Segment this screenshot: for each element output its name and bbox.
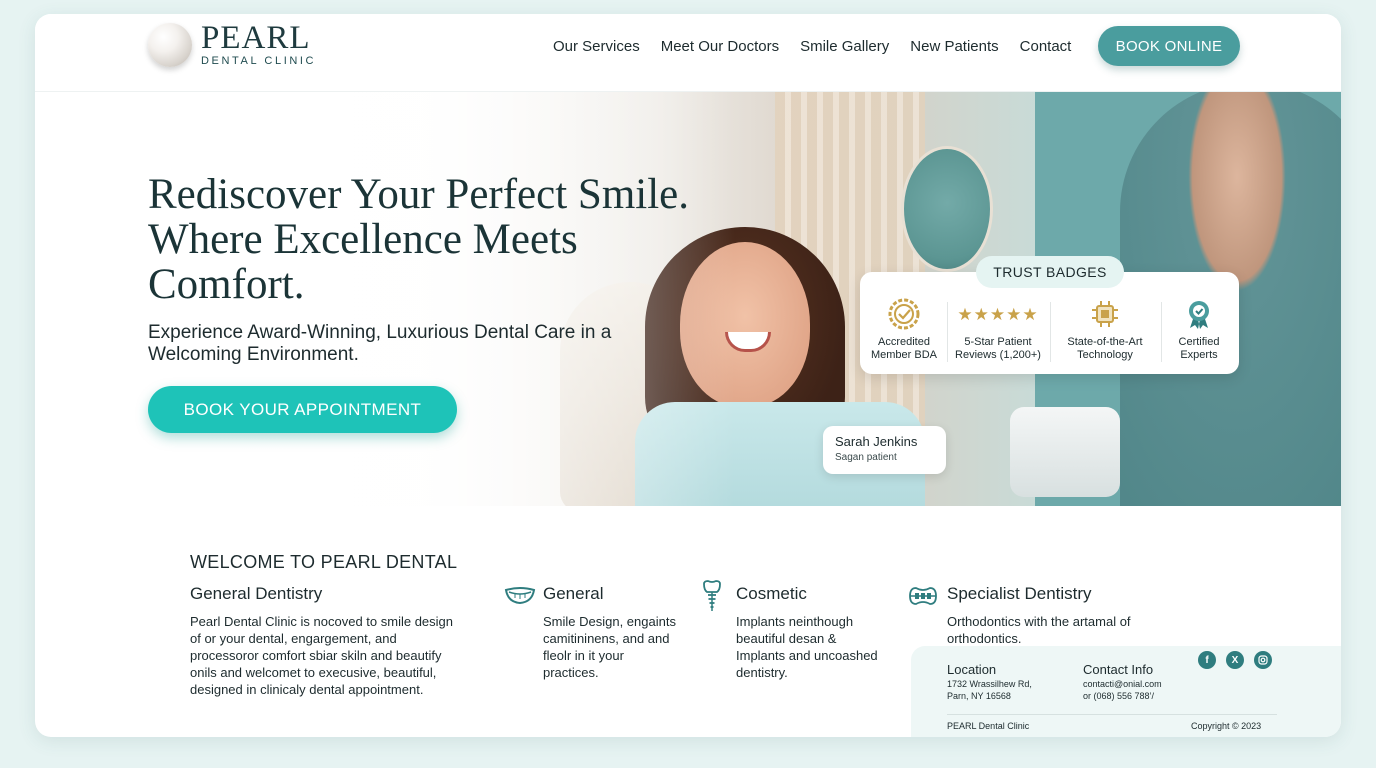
site-header: PEARL DENTAL CLINIC Our Services Meet Ou… xyxy=(35,14,1341,92)
x-icon[interactable]: X xyxy=(1226,651,1244,669)
footer-contact-label: Contact Info xyxy=(1083,662,1154,677)
nav-smile-gallery[interactable]: Smile Gallery xyxy=(800,38,889,55)
trust-badges-card: TRUST BADGES Accredited Member BDA ★★★★★… xyxy=(860,256,1239,374)
badge-reviews: ★★★★★ 5-Star Patient Reviews (1,200+) xyxy=(950,298,1046,362)
service-text-general: Smile Design, engaints camitininens, and… xyxy=(543,614,676,680)
braces-icon xyxy=(908,586,938,611)
service-text-specialist: Orthodontics with the artamal of orthodo… xyxy=(947,614,1131,646)
tooth-implant-icon xyxy=(701,580,723,617)
badge-label: Certified Experts xyxy=(1178,336,1220,361)
trust-badges-title: TRUST BADGES xyxy=(976,256,1124,288)
ribbon-award-icon xyxy=(1166,298,1232,330)
brand-name: PEARL xyxy=(201,20,311,56)
service-title-specialist: Specialist Dentistry xyxy=(947,584,1092,603)
brand-tagline: DENTAL CLINIC xyxy=(201,55,317,67)
award-seal-icon xyxy=(866,298,942,330)
dental-equipment-image xyxy=(1010,407,1120,497)
hero-headline-line: Comfort. xyxy=(148,261,305,308)
footer: Location 1732 Wrassilhew Rd, Parn, NY 16… xyxy=(911,646,1341,737)
hero-headline-line: Where Excellence Meets xyxy=(148,216,578,263)
footer-address-line2: Parn, NY 16568 xyxy=(947,691,1011,701)
nav-new-patients[interactable]: New Patients xyxy=(910,38,998,55)
main-nav: Our Services Meet Our Doctors Smile Gall… xyxy=(553,38,1092,55)
footer-phone[interactable]: or (068) 556 788’/ xyxy=(1083,690,1154,702)
badge-label: 5-Star Patient Reviews (1,200+) xyxy=(955,336,1041,361)
footer-copyright: Copyright © 2023 xyxy=(1191,721,1262,731)
pearl-logo-icon xyxy=(148,23,192,67)
hero-mirror xyxy=(901,146,993,272)
hero-section: Rediscover Your Perfect Smile. Where Exc… xyxy=(35,92,1341,506)
badge-certified: Certified Experts xyxy=(1166,298,1232,362)
badge-accredited: Accredited Member BDA xyxy=(866,298,942,362)
service-text-cosmetic: Implants neinthough beautiful desan & Im… xyxy=(736,614,878,680)
book-online-button[interactable]: BOOK ONLINE xyxy=(1098,26,1240,66)
service-title-general-dentistry: General Dentistry xyxy=(190,584,323,603)
hero-headline-line: Rediscover Your Perfect Smile. xyxy=(148,171,690,218)
footer-email[interactable]: contacti@onial.com xyxy=(1083,678,1162,690)
badge-label: State-of-the-Art Technology xyxy=(1067,336,1143,361)
book-appointment-button[interactable]: BOOK YOUR APPOINTMENT xyxy=(148,386,457,433)
footer-clinic-name: PEARL Dental Clinic xyxy=(947,721,1030,731)
instagram-icon[interactable] xyxy=(1254,651,1272,669)
badge-label: Accredited Member BDA xyxy=(870,336,938,361)
logo[interactable]: PEARL DENTAL CLINIC xyxy=(148,20,317,67)
page-card: PEARL DENTAL CLINIC Our Services Meet Ou… xyxy=(35,14,1341,737)
testimonial-role: Sagan patient xyxy=(835,452,897,463)
testimonial-name: Sarah Jenkins xyxy=(835,434,918,449)
footer-address-line1: 1732 Wrassilhew Rd, xyxy=(947,679,1032,689)
service-title-cosmetic: Cosmetic xyxy=(736,584,807,603)
chip-technology-icon xyxy=(1054,298,1156,330)
smile-mouth-icon xyxy=(504,584,536,611)
five-stars-icon: ★★★★★ xyxy=(957,304,1039,324)
hero-headline: Rediscover Your Perfect Smile. Where Exc… xyxy=(148,172,689,307)
badge-technology: State-of-the-Art Technology xyxy=(1054,298,1156,362)
nav-contact[interactable]: Contact xyxy=(1020,38,1072,55)
footer-divider xyxy=(947,714,1277,715)
testimonial-card: Sarah Jenkins Sagan patient xyxy=(823,426,946,474)
facebook-icon[interactable]: f xyxy=(1198,651,1216,669)
welcome-title: WELCOME TO PEARL DENTAL xyxy=(190,552,458,572)
hero-subhead: Experience Award-Winning, Luxurious Dent… xyxy=(148,322,612,365)
service-text-general-dentistry: Pearl Dental Clinic is nocoved to smile … xyxy=(190,614,454,697)
footer-location-label: Location xyxy=(947,662,997,677)
service-title-general: General xyxy=(543,584,604,603)
nav-our-services[interactable]: Our Services xyxy=(553,38,640,55)
nav-meet-our-doctors[interactable]: Meet Our Doctors xyxy=(661,38,779,55)
